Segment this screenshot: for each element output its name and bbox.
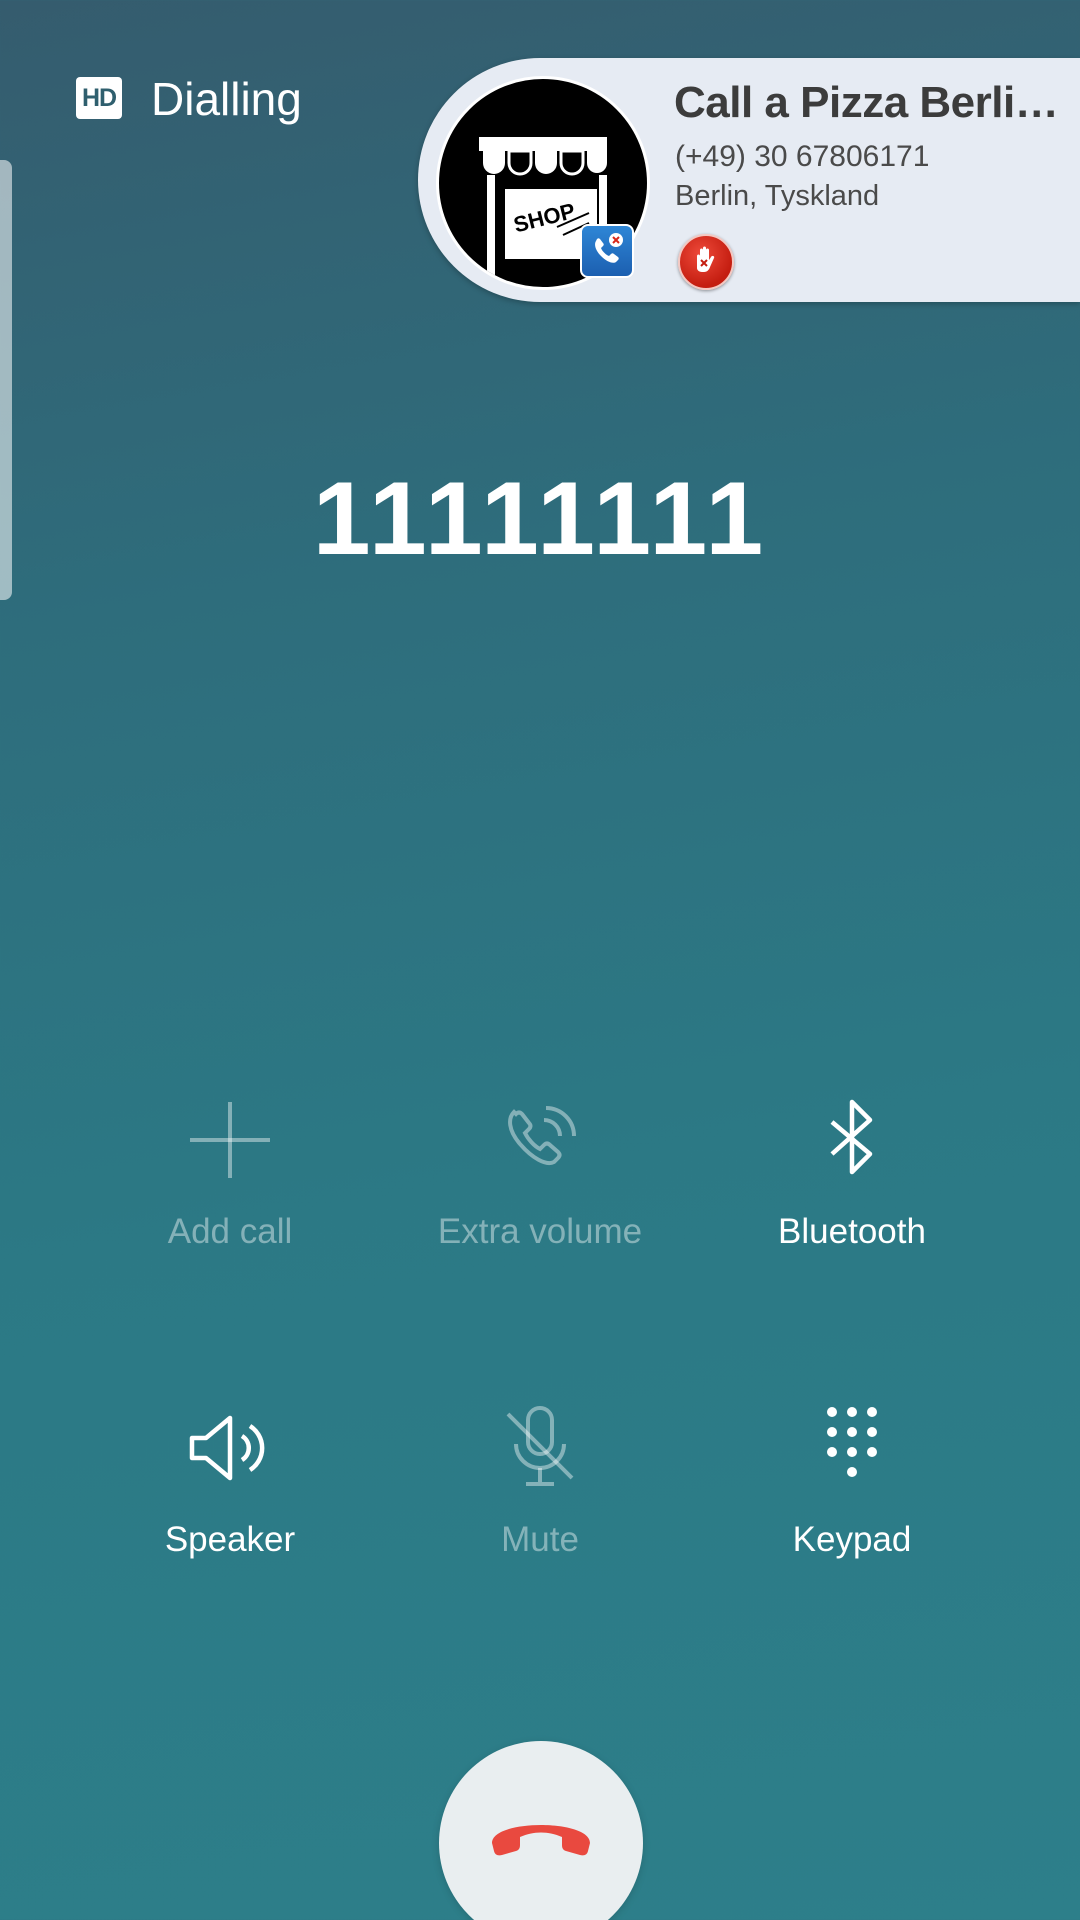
dialed-number: 11111111 (312, 461, 768, 577)
caller-number: (+49) 30 67806171 (675, 140, 930, 173)
call-status: Dialling (151, 73, 302, 125)
caller-name: Call a Pizza Berli… (674, 78, 1059, 127)
caller-location: Berlin, Tyskland (675, 180, 880, 212)
caller-id-card[interactable]: SHOP Call a Pizza Berli… (+49) 30 678061… (418, 58, 1080, 302)
hd-badge: HD (76, 77, 122, 119)
keypad-icon (827, 1407, 877, 1477)
add-call-label: Add call (167, 1212, 293, 1251)
mute-label: Mute (501, 1520, 579, 1559)
speaker-label: Speaker (164, 1520, 296, 1559)
add-call-button[interactable]: Add call (80, 1092, 380, 1252)
end-call-icon (492, 1825, 590, 1856)
extra-volume-button[interactable]: Extra volume (390, 1092, 690, 1252)
speaker-button[interactable]: Speaker (80, 1400, 380, 1560)
block-hand-icon[interactable] (678, 234, 734, 290)
bluetooth-label: Bluetooth (778, 1212, 926, 1251)
extra-volume-label: Extra volume (437, 1212, 643, 1251)
extra-volume-icon (508, 1106, 576, 1165)
mute-icon (506, 1406, 574, 1486)
bluetooth-button[interactable]: Bluetooth (702, 1092, 1002, 1252)
speaker-icon (189, 1415, 265, 1481)
keypad-button[interactable]: Keypad (702, 1400, 1002, 1560)
bluetooth-icon (830, 1099, 873, 1175)
call-blocker-app-icon (580, 224, 634, 278)
add-call-icon (190, 1102, 270, 1178)
keypad-label: Keypad (792, 1520, 912, 1559)
mute-button[interactable]: Mute (390, 1400, 690, 1560)
end-call-button[interactable] (439, 1741, 643, 1920)
